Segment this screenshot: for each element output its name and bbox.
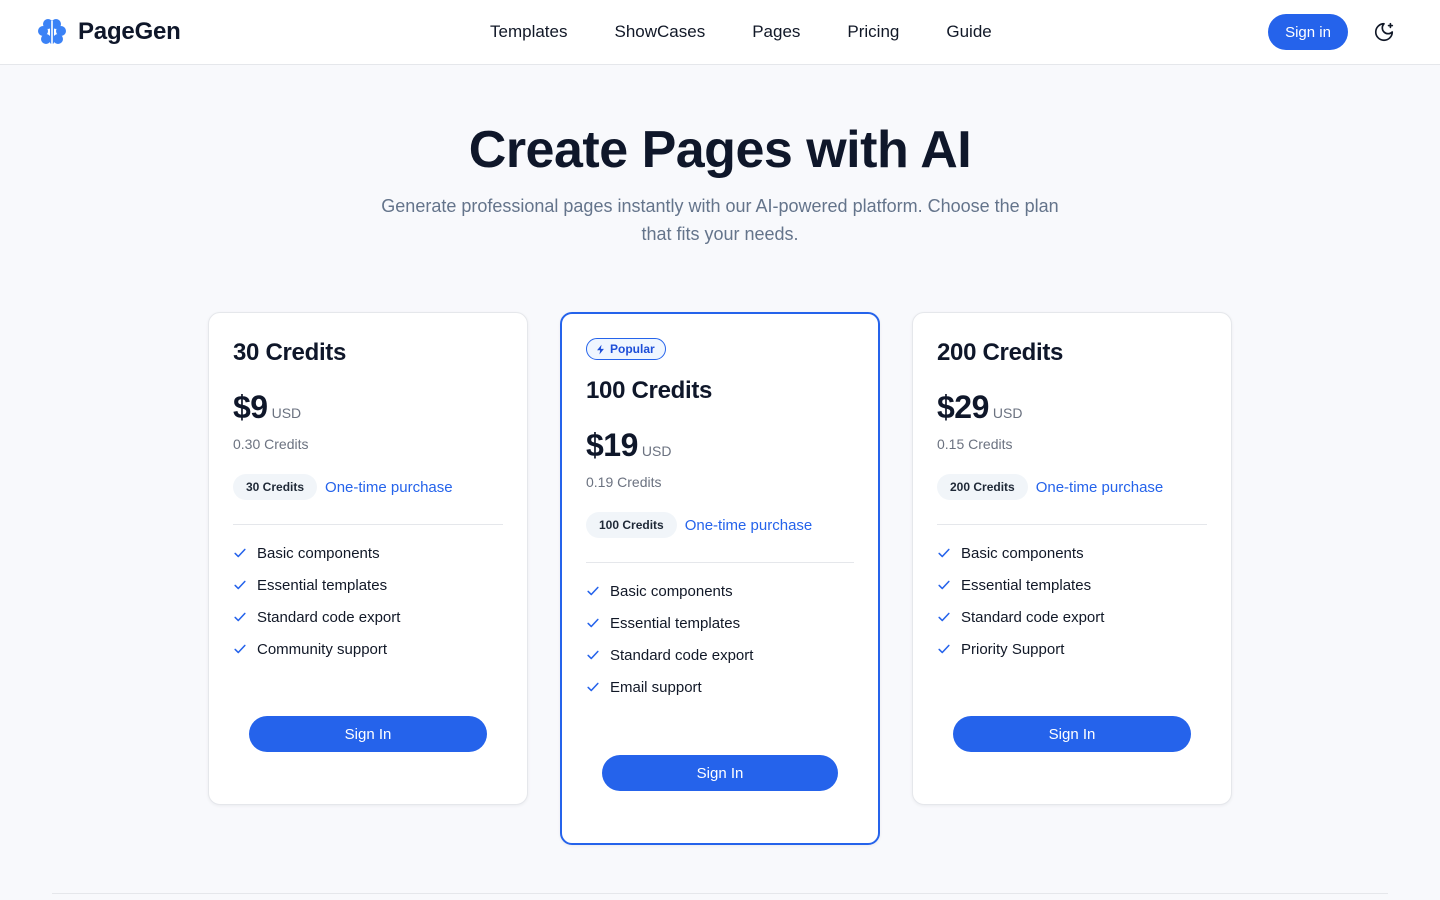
per-credit-text: 0.19 Credits (586, 474, 662, 490)
price-row: $19 USD (586, 427, 854, 464)
divider (937, 524, 1207, 525)
feature-item: Basic components (586, 575, 854, 607)
pill-row: 30 Credits One-time purchase (233, 474, 503, 500)
pricing-card-30: 30 Credits $9 USD 0.30 Credits 30 Credit… (208, 312, 528, 805)
lightning-icon (597, 344, 604, 354)
top-navbar: PageGen Templates ShowCases Pages Pricin… (0, 0, 1440, 65)
footer-divider (52, 893, 1388, 894)
credit-pill: 200 Credits (937, 474, 1028, 500)
moon-stars-icon (1374, 22, 1394, 42)
feature-item: Basic components (233, 537, 503, 569)
plan-currency: USD (992, 405, 1023, 421)
purchase-type: One-time purchase (1035, 478, 1164, 496)
feature-text: Priority Support (961, 640, 1065, 658)
plan-title: 200 Credits (937, 339, 1064, 366)
plan-sign-in-button[interactable]: Sign In (602, 755, 838, 791)
purchase-type: One-time purchase (684, 516, 813, 534)
plan-currency: USD (641, 443, 672, 459)
feature-item: Standard code export (937, 601, 1207, 633)
check-icon (234, 580, 246, 590)
feature-item: Basic components (937, 537, 1207, 569)
theme-toggle-button[interactable] (1371, 19, 1397, 45)
check-icon (938, 580, 950, 590)
feature-list: Basic components Essential templates Sta… (233, 537, 503, 665)
hero-subtitle: Generate professional pages instantly wi… (381, 196, 1059, 244)
nav-guide[interactable]: Guide (946, 22, 991, 42)
price-row: $9 USD (233, 389, 503, 426)
pricing-card-100: Popular 100 Credits $19 USD 0.19 Credits… (560, 312, 880, 845)
credit-pill: 30 Credits (233, 474, 318, 500)
feature-item: Essential templates (937, 569, 1207, 601)
plan-sign-in-button[interactable]: Sign In (249, 716, 487, 752)
feature-text: Standard code export (257, 608, 401, 626)
check-icon (587, 586, 599, 596)
check-icon (587, 650, 599, 660)
main-nav: Templates ShowCases Pages Pricing Guide (490, 0, 992, 64)
check-icon (587, 618, 599, 628)
header-sign-in-button[interactable]: Sign in (1268, 14, 1348, 50)
brand-logo-link[interactable]: PageGen (36, 16, 181, 48)
feature-text: Essential templates (610, 614, 741, 632)
pill-row: 200 Credits One-time purchase (937, 474, 1207, 500)
pill-row: 100 Credits One-time purchase (586, 512, 854, 538)
nav-pricing[interactable]: Pricing (847, 22, 899, 42)
per-credit-text: 0.15 Credits (937, 436, 1013, 452)
plan-price: $9 (233, 389, 268, 425)
plan-sign-in-button[interactable]: Sign In (953, 716, 1191, 752)
feature-text: Essential templates (257, 576, 388, 594)
plan-price: $19 (586, 427, 638, 463)
nav-pages[interactable]: Pages (752, 22, 800, 42)
check-icon (587, 682, 599, 692)
check-icon (938, 644, 950, 654)
per-credit-text: 0.30 Credits (233, 436, 309, 452)
feature-list: Basic components Essential templates Sta… (586, 575, 854, 703)
price-row: $29 USD (937, 389, 1207, 426)
feature-text: Essential templates (961, 576, 1092, 594)
check-icon (938, 548, 950, 558)
credit-pill: 100 Credits (586, 512, 677, 538)
feature-item: Community support (233, 633, 503, 665)
popular-badge-label: Popular (610, 342, 655, 356)
feature-item: Priority Support (937, 633, 1207, 665)
nav-showcases[interactable]: ShowCases (614, 22, 705, 42)
check-icon (938, 612, 950, 622)
plan-title: 100 Credits (586, 377, 713, 404)
brain-icon (38, 19, 66, 45)
divider (233, 524, 503, 525)
plan-currency: USD (271, 405, 302, 421)
hero-title: Create Pages with AI (468, 121, 972, 179)
pricing-card-200: 200 Credits $29 USD 0.15 Credits 200 Cre… (912, 312, 1232, 805)
check-icon (234, 612, 246, 622)
plan-title: 30 Credits (233, 339, 347, 366)
feature-text: Standard code export (961, 608, 1105, 626)
feature-text: Basic components (257, 544, 380, 562)
feature-text: Community support (257, 640, 388, 658)
feature-item: Essential templates (233, 569, 503, 601)
feature-item: Essential templates (586, 607, 854, 639)
brand-name: PageGen (78, 18, 181, 45)
feature-text: Basic components (961, 544, 1084, 562)
purchase-type: One-time purchase (325, 478, 453, 496)
feature-text: Basic components (610, 582, 733, 600)
nav-templates[interactable]: Templates (490, 22, 567, 42)
feature-item: Email support (586, 671, 854, 703)
plan-price: $29 (937, 389, 989, 425)
feature-item: Standard code export (586, 639, 854, 671)
feature-list: Basic components Essential templates Sta… (937, 537, 1207, 665)
feature-item: Standard code export (233, 601, 503, 633)
feature-text: Standard code export (610, 646, 754, 664)
feature-text: Email support (610, 678, 702, 696)
divider (586, 562, 854, 563)
popular-badge: Popular (586, 338, 666, 360)
check-icon (234, 548, 246, 558)
check-icon (234, 644, 246, 654)
